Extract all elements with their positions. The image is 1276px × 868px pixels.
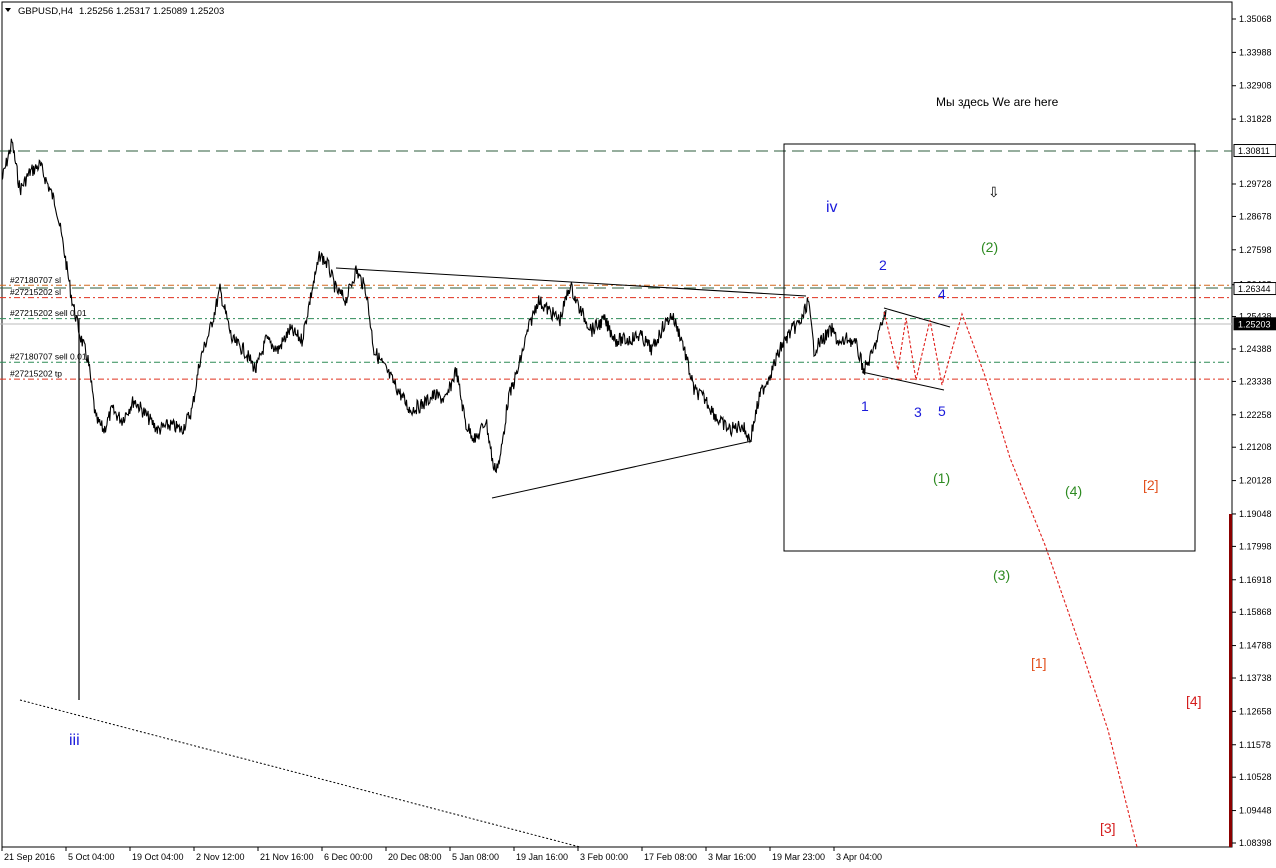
- price-tick-label: 1.10528: [1239, 772, 1272, 782]
- price-tick-label: 1.20128: [1239, 476, 1272, 486]
- price-axis: 1.35068 1.33988 1.32908 1.31828 1.29728 1.286…: [1232, 14, 1276, 848]
- time-tick-label: 3 Mar 16:00: [708, 852, 756, 862]
- price-chart[interactable]: GBPUSD,H4 1.25256 1.25317 1.25089 1.2520…: [0, 0, 1276, 868]
- price-tick-label: 1.08398: [1239, 838, 1272, 848]
- price-tick-label: 1.33988: [1239, 47, 1272, 57]
- quote-values: 1.25256 1.25317 1.25089 1.25203: [79, 6, 224, 17]
- time-tick-label: 20 Dec 08:00: [388, 852, 442, 862]
- price-tick-label: 1.12658: [1239, 706, 1272, 716]
- wave-label-paren-2: (2): [981, 239, 998, 255]
- wave-label-bracket-3: [3]: [1100, 820, 1116, 836]
- price-label-box: 1.25203: [1233, 317, 1276, 331]
- time-tick-label: 19 Mar 23:00: [772, 852, 825, 862]
- trade-line-label: #27180707 sl: [10, 275, 61, 285]
- trade-line-label: #27215202 tp: [10, 369, 62, 379]
- margin-level-bar: [1229, 514, 1232, 847]
- price-tick-label: 1.21208: [1239, 442, 1272, 452]
- price-tick-label: 1.17998: [1239, 541, 1272, 551]
- time-tick-label: 5 Jan 08:00: [452, 852, 499, 862]
- price-tick-label: 1.16918: [1239, 575, 1272, 585]
- chart-frame: [1, 1, 1233, 848]
- wave-label-paren-1: (1): [933, 470, 950, 486]
- we-are-here-note: Мы здесь We are here: [936, 95, 1059, 109]
- price-tick-label: 1.09448: [1239, 806, 1272, 816]
- wave-label-bracket-1: [1]: [1031, 655, 1047, 671]
- wave-label-paren-3: (3): [993, 567, 1010, 583]
- price-tick-label: 1.28678: [1239, 211, 1272, 221]
- price-tick-label: 1.19048: [1239, 509, 1272, 519]
- time-tick-label: 5 Oct 04:00: [68, 852, 115, 862]
- time-tick-label: 6 Dec 00:00: [324, 852, 373, 862]
- trade-line-label: #27215202 sl: [10, 287, 61, 297]
- price-label-text: 1.25203: [1238, 319, 1271, 329]
- price-tick-label: 1.31828: [1239, 114, 1272, 124]
- price-label-box: 1.30811: [1233, 144, 1276, 158]
- price-tick-label: 1.23338: [1239, 376, 1272, 386]
- price-tick-label: 1.27598: [1239, 245, 1272, 255]
- time-tick-label: 19 Jan 16:00: [516, 852, 568, 862]
- price-tick-label: 1.24388: [1239, 344, 1272, 354]
- price-label-text: 1.30811: [1238, 146, 1270, 156]
- wave-label-iv: iv: [826, 199, 838, 216]
- price-label-box: 1.26344: [1233, 282, 1276, 296]
- time-tick-label: 21 Nov 16:00: [260, 852, 314, 862]
- wave-label-bracket-4: [4]: [1186, 693, 1202, 709]
- time-tick-label: 3 Feb 00:00: [580, 852, 628, 862]
- time-axis: 21 Sep 2016 5 Oct 04:00 19 Oct 04:00 2 Nov …: [1, 847, 882, 862]
- wave-label-5: 5: [938, 403, 946, 419]
- price-tick-label: 1.35068: [1239, 14, 1272, 24]
- price-tick-label: 1.11578: [1239, 740, 1271, 750]
- wave-label-paren-4: (4): [1065, 483, 1082, 499]
- symbol-label: GBPUSD,H4: [18, 6, 73, 17]
- price-label-text: 1.26344: [1238, 284, 1271, 294]
- wave-label-4: 4: [938, 286, 946, 302]
- price-tick-label: 1.13738: [1239, 673, 1272, 683]
- wave-label-1: 1: [861, 398, 869, 414]
- time-tick-label: 2 Nov 12:00: [196, 852, 245, 862]
- time-tick-label: 17 Feb 08:00: [644, 852, 697, 862]
- time-tick-label: 21 Sep 2016: [4, 852, 55, 862]
- arrow-down-icon: ⇩: [988, 184, 1000, 200]
- price-tick-label: 1.22258: [1239, 410, 1272, 420]
- price-tick-label: 1.29728: [1239, 179, 1272, 189]
- wave-label-3: 3: [914, 404, 922, 420]
- time-tick-label: 3 Apr 04:00: [836, 852, 882, 862]
- trade-line-label: #27180707 sell 0.01: [10, 352, 87, 362]
- wave-label-iii: iii: [69, 732, 80, 749]
- time-tick-label: 19 Oct 04:00: [132, 852, 184, 862]
- wave-label-bracket-2: [2]: [1143, 477, 1159, 493]
- price-tick-label: 1.15868: [1239, 607, 1272, 617]
- price-tick-label: 1.14788: [1239, 641, 1272, 651]
- price-tick-label: 1.32908: [1239, 81, 1272, 91]
- wave-label-2: 2: [879, 257, 887, 273]
